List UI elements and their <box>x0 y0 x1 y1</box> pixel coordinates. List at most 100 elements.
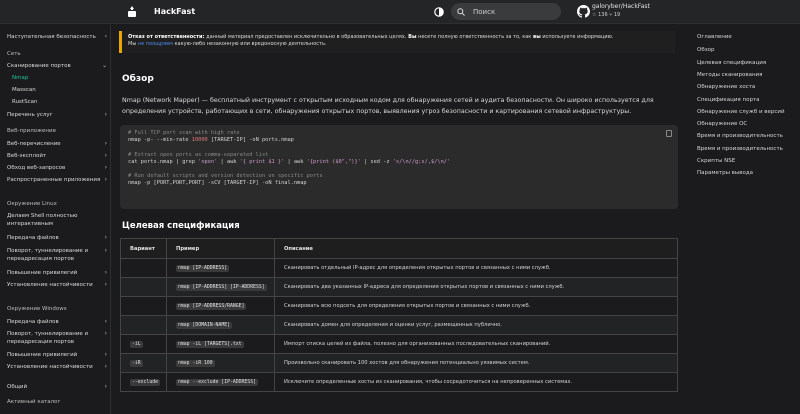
chevron-icon[interactable]: › <box>105 176 107 184</box>
sidebar-item[interactable]: Сканирование портов ⌄ <box>7 62 107 70</box>
sidebar-item[interactable]: Делаем Shell полностью интерактивным <box>7 212 107 228</box>
repo-name: galoryber/HackFast <box>592 3 650 10</box>
chevron-icon[interactable]: › <box>105 281 107 289</box>
example-code: nmap [IP-ADDRESS/RANGE] <box>176 303 247 310</box>
toc-item[interactable]: Обнаружение служб и версий <box>697 108 797 116</box>
toc-item[interactable]: Спецификация порта <box>697 96 797 104</box>
fork-icon: ⑂ <box>609 12 613 18</box>
sidebar-category: Сеть <box>7 51 21 57</box>
example-cell: nmap [DOMAIN-NAME] <box>166 315 275 335</box>
sidebar-item-label: Делаем Shell полностью интерактивным <box>7 213 78 227</box>
sidebar-item-label: Сеть <box>7 51 21 57</box>
code-comment-2: # Extract open ports as comma-separated … <box>128 151 269 158</box>
sidebar-item[interactable]: Обход веб-запросов › <box>7 164 107 172</box>
chevron-icon[interactable]: › <box>105 269 107 277</box>
sidebar-item[interactable]: Установление настойчивости › <box>7 281 107 289</box>
sidebar-item-label: Поворот, туннелирование и переадресация … <box>7 248 89 262</box>
chevron-icon[interactable]: ‹ <box>105 33 107 41</box>
hackfast-logo-icon[interactable] <box>127 6 137 17</box>
table-row: nmap [IP-ADDRESS/RANGE] Сканировать всю п… <box>120 296 678 316</box>
description-cell: Сканировать всю подсеть для определения … <box>274 296 678 316</box>
chevron-icon[interactable]: ⌄ <box>102 62 107 70</box>
option-cell: -iL <box>120 334 167 354</box>
chevron-icon[interactable]: › <box>105 383 107 391</box>
search-input[interactable] <box>473 7 553 16</box>
table-row: nmap [IP-ADDRESS] Сканировать отдельный I… <box>120 258 678 278</box>
overview-paragraph: Nmap (Network Mapper) — бесплатный инстр… <box>122 97 654 115</box>
sidebar-item-label: Установление настойчивости <box>7 364 93 370</box>
option-cell <box>120 258 167 278</box>
disclaimer-admonition: Отказ от ответственности: данный материа… <box>119 31 675 53</box>
disclaimer-text-4: Мы <box>128 41 138 47</box>
sidebar-item[interactable]: Веб-эксплойт › <box>7 152 107 160</box>
option-code: -iL <box>130 341 143 348</box>
target-spec-heading: Целевая спецификация <box>122 221 240 231</box>
sidebar-item[interactable]: Установление настойчивости › <box>7 363 107 371</box>
toc-item[interactable]: Время и производительность <box>697 132 797 140</box>
disclaimer-bold-2: Вы <box>406 34 417 40</box>
toc-item[interactable]: Методы сканирования <box>697 71 797 79</box>
toc-item[interactable]: Скрипты NSE <box>697 157 797 165</box>
example-cell: nmap -iL [TARGETS].txt <box>166 334 275 354</box>
example-code: nmap --exclude [IP-ADDRESS] <box>176 379 258 386</box>
sidebar-item[interactable]: Перечень услуг › <box>7 111 107 119</box>
sidebar-item-label: Повышение привилегий <box>7 352 78 358</box>
brand-title[interactable]: HackFast <box>154 7 195 16</box>
fork-count: 19 <box>613 12 621 18</box>
toc-item[interactable]: Обзор <box>697 46 797 54</box>
sidebar-item[interactable]: Передача файлов › <box>7 318 107 326</box>
copy-icon[interactable] <box>666 130 672 137</box>
example-cell: nmap -iR 100 <box>166 353 275 373</box>
sidebar-item[interactable]: Веб-перечисление › <box>7 140 107 148</box>
disclaimer-text-2: несете полную ответственность за то, как <box>416 34 532 40</box>
repo-link[interactable]: galoryber/HackFast ☆ 136 ⑂ 19 <box>592 3 650 18</box>
sidebar-item[interactable]: RustScan <box>12 98 110 106</box>
example-code: nmap -iR 100 <box>176 360 215 367</box>
chevron-icon[interactable]: › <box>105 234 107 242</box>
chevron-icon[interactable]: › <box>105 351 107 359</box>
disclaimer-text-3: используете информацию. <box>540 34 614 40</box>
toc-item[interactable]: Обнаружение ОС <box>697 120 797 128</box>
theme-toggle-icon[interactable] <box>434 7 444 17</box>
table-of-contents: Оглавление Обзор Целевая спецификация Метод… <box>690 25 800 414</box>
toc-item[interactable]: Обнаружение хоста <box>697 83 797 91</box>
chevron-icon[interactable]: › <box>105 152 107 160</box>
sidebar-item-label: Повышение привилегий <box>7 270 78 276</box>
left-sidebar: Наступательная безопасность ‹ Сеть Сканиров… <box>0 25 111 414</box>
sidebar-item-label: Веб-эксплойт <box>7 153 47 159</box>
sidebar-item[interactable]: Поворот, туннелирование и переадресация … <box>7 247 107 263</box>
main-content: Отказ от ответственности: данный материа… <box>111 25 681 414</box>
toc-item[interactable]: Целевая спецификация <box>697 59 797 67</box>
search-icon <box>457 7 465 16</box>
sidebar-item[interactable]: Повышение привилегий › <box>7 351 107 359</box>
sidebar-item-label: Перечень услуг <box>7 112 53 118</box>
chevron-icon[interactable]: › <box>105 363 107 371</box>
sidebar-item[interactable]: Masscan <box>12 86 110 94</box>
sidebar-item[interactable]: Повышение привилегий › <box>7 269 107 277</box>
sidebar-item[interactable]: Общий › <box>7 383 107 391</box>
example-code: nmap [IP-ADDRESS] [IP-ADDRESS] <box>176 284 267 291</box>
chevron-icon[interactable]: › <box>105 164 107 172</box>
table-header-row: Вариант Пример Описание <box>120 238 678 259</box>
table-row: -iR nmap -iR 100 Произвольно сканировать 1… <box>120 353 678 373</box>
github-icon[interactable] <box>577 5 590 18</box>
chevron-icon[interactable]: › <box>105 111 107 119</box>
sidebar-item[interactable]: Поворот, туннелирование и переадресация … <box>7 330 107 346</box>
toc-item[interactable]: Время и производительность <box>697 145 797 153</box>
chevron-icon[interactable]: › <box>105 318 107 326</box>
repo-stats: ☆ 136 ⑂ 19 <box>592 12 650 18</box>
toc-item[interactable]: Параметры вывода <box>697 169 797 177</box>
option-cell <box>120 277 167 297</box>
chevron-icon[interactable]: › <box>105 247 107 255</box>
chevron-icon[interactable]: › <box>105 330 107 338</box>
disclaimer-link[interactable]: не поощряем <box>138 41 173 47</box>
sidebar-item[interactable]: Nmap <box>12 74 110 82</box>
search-box[interactable] <box>451 3 561 20</box>
example-cell: nmap [IP-ADDRESS/RANGE] <box>166 296 275 316</box>
chevron-icon[interactable]: › <box>105 140 107 148</box>
sidebar-item[interactable]: Передача файлов › <box>7 234 107 242</box>
table-header-option: Вариант <box>120 238 167 259</box>
sidebar-item[interactable]: Распространенные приложения › <box>7 176 107 184</box>
sidebar-item-label: Обход веб-запросов <box>7 165 66 171</box>
sidebar-item[interactable]: Наступательная безопасность ‹ <box>7 33 107 41</box>
